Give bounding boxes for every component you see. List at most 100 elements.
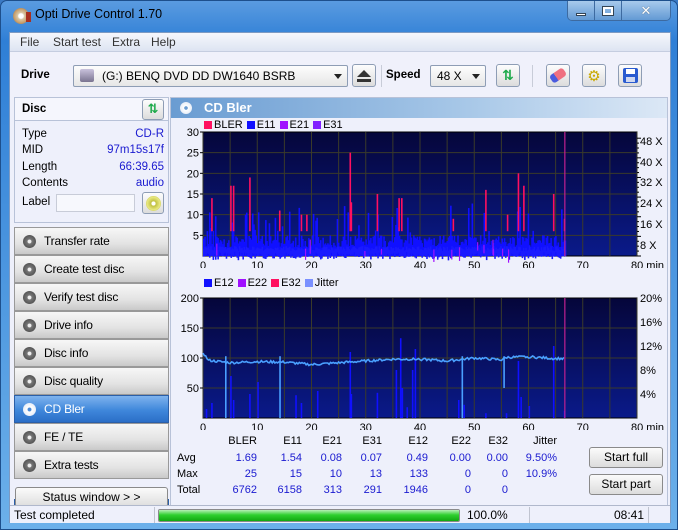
write-label-button[interactable] — [142, 192, 164, 214]
x-tick-label: 80 min — [631, 422, 664, 430]
sidebar-item-disc-info[interactable]: Disc info — [14, 339, 169, 367]
disc-tool-icon — [23, 319, 36, 332]
sidebar-item-extra-tests[interactable]: Extra tests — [14, 451, 169, 479]
disc-contents-label: Contents — [22, 177, 69, 189]
stats-cell: 0 — [464, 468, 471, 480]
disc-tool-icon — [23, 347, 36, 360]
title-bar[interactable]: Opti Drive Control 1.70 ✕ — [1, 1, 677, 31]
e12-bar — [257, 382, 259, 418]
e12-jitter-chart: 0 10 20 30 40 50 60 70 80 min 50 100 150 200 4% 8% 12% 1… — [181, 293, 664, 430]
sidebar-item-label: Verify test disc — [44, 290, 119, 304]
menu-extra[interactable]: Extra — [112, 35, 140, 49]
disc-panel-header: Disc ⇅ — [15, 98, 168, 121]
gears-icon: ⚙ — [587, 66, 601, 85]
settings-button[interactable]: ⚙ — [582, 64, 606, 87]
sidebar-item-verify-test-disc[interactable]: Verify test disc — [14, 283, 169, 311]
start-part-button[interactable]: Start part — [589, 474, 663, 495]
eject-button[interactable] — [352, 64, 376, 87]
bler-bar — [278, 210, 281, 232]
e12-bar — [517, 361, 520, 418]
y2-tick-label: 24 X — [640, 198, 663, 210]
sidebar-item-drive-info[interactable]: Drive info — [14, 311, 169, 339]
e12-bar — [395, 370, 398, 418]
minimize-icon — [576, 12, 586, 16]
stats-cell: 1.69 — [235, 452, 257, 464]
stats-col-header: Jitter — [533, 435, 557, 447]
disc-panel: Disc ⇅ Type CD-R MID 97m15s17f Length 66:39… — [14, 97, 169, 223]
sidebar-item-cd-bler[interactable]: CD Bler — [14, 395, 169, 423]
disc-label-input[interactable] — [56, 194, 135, 212]
disc-contents-row: Contents audio — [22, 177, 164, 192]
e12-bar — [457, 400, 460, 418]
close-button[interactable]: ✕ — [622, 1, 670, 20]
drive-icon — [80, 69, 94, 82]
floppy-save-icon — [622, 68, 638, 83]
minimize-button[interactable] — [568, 1, 595, 20]
sidebar-item-fe-te[interactable]: FE / TE — [14, 423, 169, 451]
sidebar-item-label: CD Bler — [44, 402, 85, 416]
stats-cell: 0 — [501, 468, 508, 480]
sidebar-item-disc-quality[interactable]: Disc quality — [14, 367, 169, 395]
save-button[interactable] — [618, 64, 642, 87]
bler-bar — [306, 214, 308, 232]
sidebar-item-label: Create test disc — [44, 262, 125, 276]
y2-tick-label: 48 X — [640, 136, 663, 148]
disc-tool-icon — [23, 235, 36, 248]
app-window: Opti Drive Control 1.70 ✕ File Start tes… — [0, 0, 678, 530]
stats-cell: 0 — [501, 484, 508, 496]
maximize-icon — [602, 6, 614, 16]
bler-bar — [300, 214, 303, 232]
bler-chart: 0 10 20 30 40 50 60 70 80 min 5 10 15 20 25 30 8 X 16 X 2… — [187, 128, 664, 268]
disc-tool-icon — [23, 403, 36, 416]
chevron-down-icon — [472, 74, 480, 79]
status-time: 08:41 — [614, 508, 645, 522]
sidebar: Disc ⇅ Type CD-R MID 97m15s17f Length 66:39… — [14, 97, 169, 517]
e21-bar — [216, 243, 218, 256]
e12-bar — [316, 391, 319, 418]
x-tick-label: 60 — [522, 422, 534, 430]
drive-select-value: (G:) BENQ DVD DD DW1640 BSRB — [102, 69, 296, 83]
status-divider — [529, 507, 530, 523]
speed-select[interactable]: 48 X — [430, 65, 486, 87]
start-full-button[interactable]: Start full — [589, 447, 663, 468]
status-divider — [648, 507, 649, 523]
bler-bar — [552, 194, 555, 232]
disc-contents-value: audio — [135, 177, 164, 189]
menu-help[interactable]: Help — [151, 35, 176, 49]
maximize-button[interactable] — [595, 1, 622, 20]
y-tick-label: 50 — [187, 383, 199, 395]
x-tick-label: 0 — [200, 260, 206, 268]
sidebar-item-create-test-disc[interactable]: Create test disc — [14, 255, 169, 283]
toolbar-separator — [532, 65, 533, 87]
stats-cell: 10.9% — [525, 468, 557, 480]
stats-row-label: Avg — [177, 452, 196, 464]
menu-start-test[interactable]: Start test — [53, 35, 101, 49]
cd-bler-panel: CD Bler BLER E11 E21 E31 0 10 20 30 40 50 60 70… — [170, 97, 668, 517]
e21-bar — [380, 248, 383, 255]
y-tick-label: 15 — [187, 189, 199, 201]
sidebar-item-transfer-rate[interactable]: Transfer rate — [14, 227, 169, 255]
stats-cell: 291 — [363, 484, 382, 496]
e12-bar — [485, 413, 487, 418]
stats-cell: 313 — [323, 484, 342, 496]
status-window-button[interactable]: Status window > > — [15, 487, 168, 507]
bler-bar — [517, 173, 520, 232]
drive-select[interactable]: (G:) BENQ DVD DD DW1640 BSRB — [73, 65, 348, 87]
panel-title: CD Bler — [204, 100, 252, 115]
panel-header: CD Bler — [171, 98, 667, 118]
toolbar: Drive (G:) BENQ DVD DD DW1640 BSRB Speed… — [10, 52, 670, 100]
bler-bar — [249, 177, 251, 232]
menu-file[interactable]: File — [20, 35, 39, 49]
bler-bar — [230, 185, 232, 232]
refresh-disc-button[interactable]: ⇅ — [142, 99, 164, 120]
erase-button[interactable] — [546, 64, 570, 87]
e12-bar — [295, 395, 297, 418]
refresh-drive-button[interactable]: ⇅ — [496, 64, 520, 87]
y-tick-label: 30 — [187, 128, 199, 139]
status-bar: Test completed 100.0% 08:41 — [10, 505, 670, 523]
stats-cell: 133 — [409, 468, 428, 480]
stats-col-header: BLER — [228, 435, 257, 447]
stats-col-header: E21 — [322, 435, 342, 447]
x-tick-label: 50 — [468, 422, 480, 430]
e12-bar — [406, 407, 409, 418]
